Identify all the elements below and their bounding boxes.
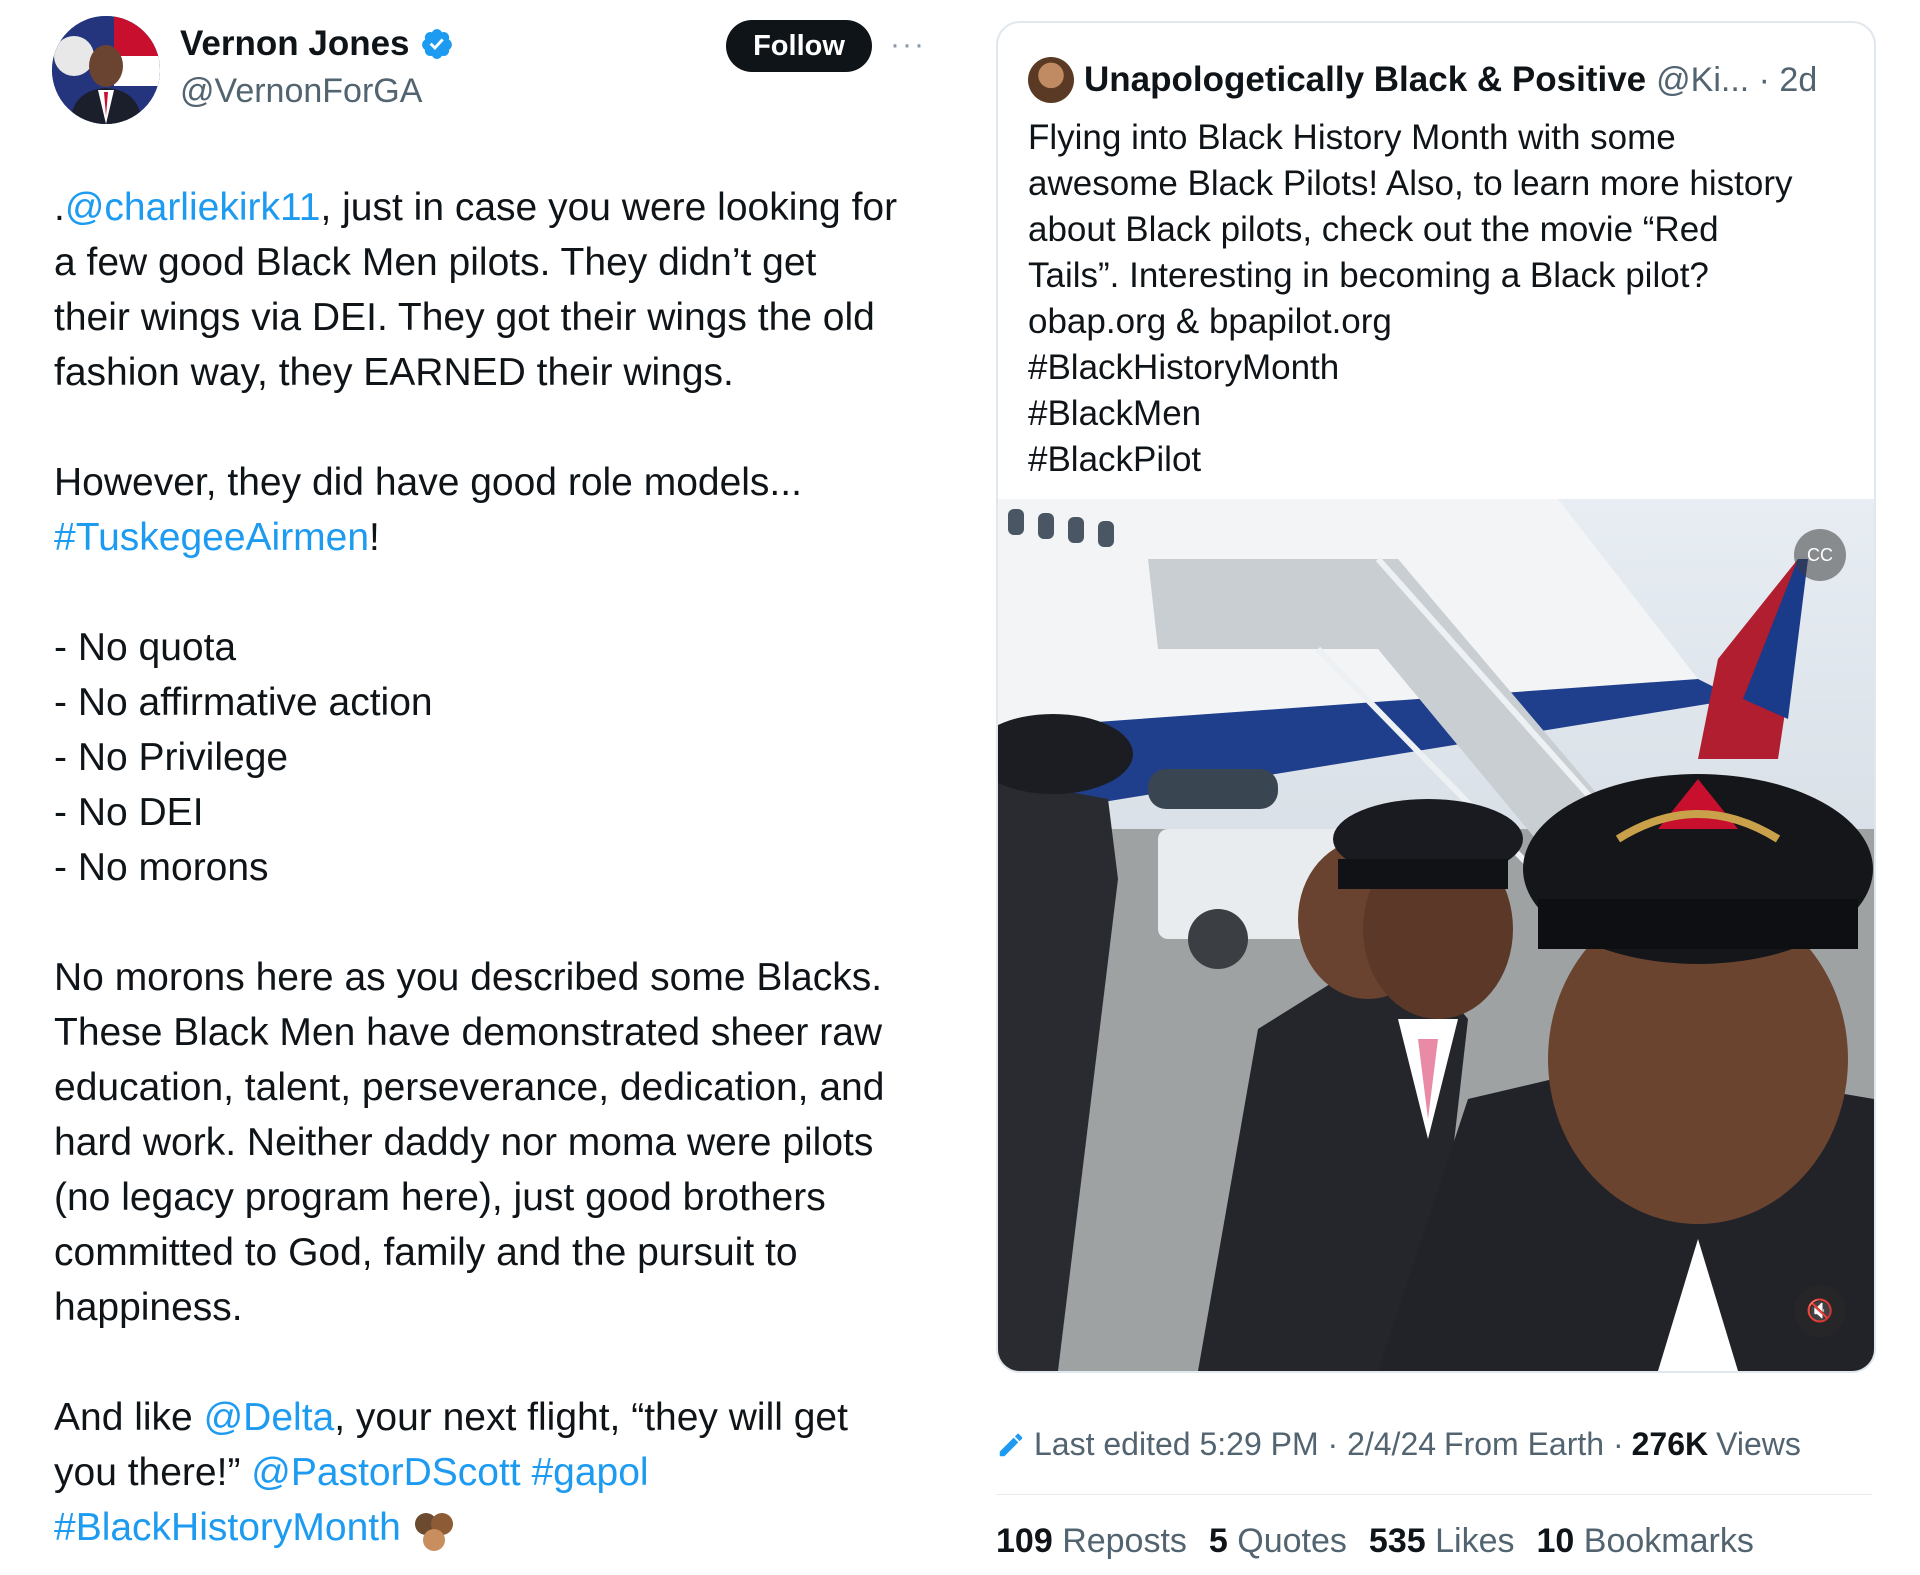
quoted-text-line: Tails”. Interesting in becoming a Black …: [1028, 256, 1709, 295]
hashtag-link[interactable]: #TuskegeeAirmen: [54, 516, 369, 559]
quoted-text-line: awesome Black Pilots! Also, to learn mor…: [1028, 164, 1793, 203]
quoted-author-handle[interactable]: @Ki... · 2d: [1656, 61, 1817, 100]
tweet-line: committed to God, family and the pursuit…: [54, 1225, 934, 1280]
tweet-text-segment: education, talent, perseverance, dedicat…: [54, 1066, 885, 1109]
hashtag-link[interactable]: #gapol: [531, 1451, 648, 1494]
author-handle[interactable]: @VernonForGA: [180, 72, 422, 111]
mention-link[interactable]: @Delta: [204, 1396, 335, 1439]
edited-timestamp[interactable]: Last edited 5:29 PM · 2/4/24: [1034, 1426, 1436, 1463]
quoted-text-line: #BlackPilot: [1028, 440, 1202, 479]
engagement-stats: 109 Reposts 5 Quotes 535 Likes 10 Bookma…: [996, 1522, 1754, 1561]
captions-icon[interactable]: CC: [1794, 529, 1846, 581]
quoted-text-line: obap.org & bpapilot.org: [1028, 302, 1392, 341]
tweet-line: - No affirmative action: [54, 675, 934, 730]
tweet-text-segment: , your next flight, “they will get: [334, 1396, 848, 1439]
quoted-text-line: #BlackHistoryMonth: [1028, 348, 1340, 387]
hashtag-link[interactable]: #BlackHistoryMonth: [54, 1506, 401, 1549]
follow-button[interactable]: Follow: [726, 20, 872, 72]
tweet-line: - No quota: [54, 620, 934, 675]
tweet-line: And like @Delta, your next flight, “they…: [54, 1390, 934, 1445]
tweet-line: However, they did have good role models.…: [54, 455, 934, 510]
divider: [996, 1494, 1872, 1495]
tweet-text-segment: hard work. Neither daddy nor moma were p…: [54, 1121, 874, 1164]
tweet-text-segment: These Black Men have demonstrated sheer …: [54, 1011, 883, 1054]
quoted-video[interactable]: CC 🔇: [998, 499, 1874, 1371]
mention-link[interactable]: @charliekirk11: [65, 186, 321, 229]
stat-likes[interactable]: 535 Likes: [1369, 1522, 1515, 1561]
tweet-text-segment: - No quota: [54, 626, 237, 669]
tweet-text-segment: fashion way, they EARNED their wings.: [54, 351, 734, 394]
tweet-text-segment: .: [54, 186, 65, 229]
verified-badge-icon: [421, 29, 452, 59]
author-avatar[interactable]: [52, 16, 160, 124]
tweet-line: their wings via DEI. They got their wing…: [54, 290, 934, 345]
tweet-text-segment: , just in case you were looking for: [320, 186, 898, 229]
tweet-text-segment: you there!”: [54, 1451, 252, 1494]
tweet-text-segment: - No Privilege: [54, 736, 289, 779]
muted-speaker-icon[interactable]: 🔇: [1794, 1285, 1846, 1337]
edit-pencil-icon: [999, 1433, 1023, 1456]
views-label: Views: [1716, 1426, 1801, 1462]
tweet-line: - No DEI: [54, 785, 934, 840]
views-count: 276K: [1631, 1426, 1709, 1462]
video-frame-illustration: [998, 499, 1874, 1371]
stat-reposts[interactable]: 109 Reposts: [996, 1522, 1187, 1561]
tweet-text-segment: their wings via DEI. They got their wing…: [54, 296, 875, 339]
tweet-text-segment: - No morons: [54, 846, 269, 889]
mention-link[interactable]: @PastorDScott: [251, 1451, 520, 1494]
tweet-line: happiness.: [54, 1280, 934, 1335]
tweet-line: .@charliekirk11, just in case you were l…: [54, 180, 934, 235]
tweet-line: #TuskegeeAirmen!: [54, 510, 934, 565]
tweet-text-segment: (no legacy program here), just good brot…: [54, 1176, 826, 1219]
tweet-text-segment: - No affirmative action: [54, 681, 433, 724]
tweet-line: No morons here as you described some Bla…: [54, 950, 934, 1005]
stat-bookmarks[interactable]: 10 Bookmarks: [1536, 1522, 1753, 1561]
tweet-line: - No Privilege: [54, 730, 934, 785]
tweet-text-segment: [521, 1451, 532, 1494]
raised-fists-emoji: [414, 1512, 453, 1551]
more-options-icon[interactable]: ···: [890, 28, 926, 62]
tweet-text-segment: a few good Black Men pilots. They didn’t…: [54, 241, 817, 284]
tweet-text-segment: However, they did have good role models.…: [54, 461, 802, 504]
quoted-text-line: Flying into Black History Month with som…: [1028, 118, 1676, 157]
tweet-text-segment: committed to God, family and the pursuit…: [54, 1231, 798, 1274]
quoted-author-name[interactable]: Unapologetically Black & Positive: [1084, 60, 1646, 100]
tweet-text-segment: happiness.: [54, 1286, 243, 1329]
tweet-meta: Last edited 5:29 PM · 2/4/24 From Earth …: [996, 1426, 1801, 1463]
tweet-line: hard work. Neither daddy nor moma were p…: [54, 1115, 934, 1170]
tweet-line: fashion way, they EARNED their wings.: [54, 345, 934, 400]
tweet-text-segment: And like: [54, 1396, 204, 1439]
tweet-line: - No morons: [54, 840, 934, 895]
quoted-author-avatar[interactable]: [1028, 57, 1074, 103]
quoted-text-line: about Black pilots, check out the movie …: [1028, 210, 1719, 249]
tweet-line: education, talent, perseverance, dedicat…: [54, 1060, 934, 1115]
tweet-line: (no legacy program here), just good brot…: [54, 1170, 934, 1225]
tweet-text-segment: !: [369, 516, 380, 559]
quoted-text-line: #BlackMen: [1028, 394, 1202, 433]
stat-quotes[interactable]: 5 Quotes: [1209, 1522, 1347, 1561]
location-label: From Earth ·: [1444, 1426, 1624, 1462]
tweet-line: you there!” @PastorDScott #gapol: [54, 1445, 934, 1500]
tweet-text-segment: No morons here as you described some Bla…: [54, 956, 883, 999]
tweet-line: These Black Men have demonstrated sheer …: [54, 1005, 934, 1060]
tweet-body: .@charliekirk11, just in case you were l…: [54, 180, 934, 1555]
tweet-line: a few good Black Men pilots. They didn’t…: [54, 235, 934, 290]
tweet-text-segment: - No DEI: [54, 791, 204, 834]
tweet-line: #BlackHistoryMonth: [54, 1500, 934, 1555]
quoted-tweet-text: Flying into Black History Month with som…: [1028, 115, 1848, 483]
author-name[interactable]: Vernon Jones: [180, 24, 410, 64]
quoted-tweet-card[interactable]: Unapologetically Black & Positive @Ki...…: [996, 21, 1876, 1373]
